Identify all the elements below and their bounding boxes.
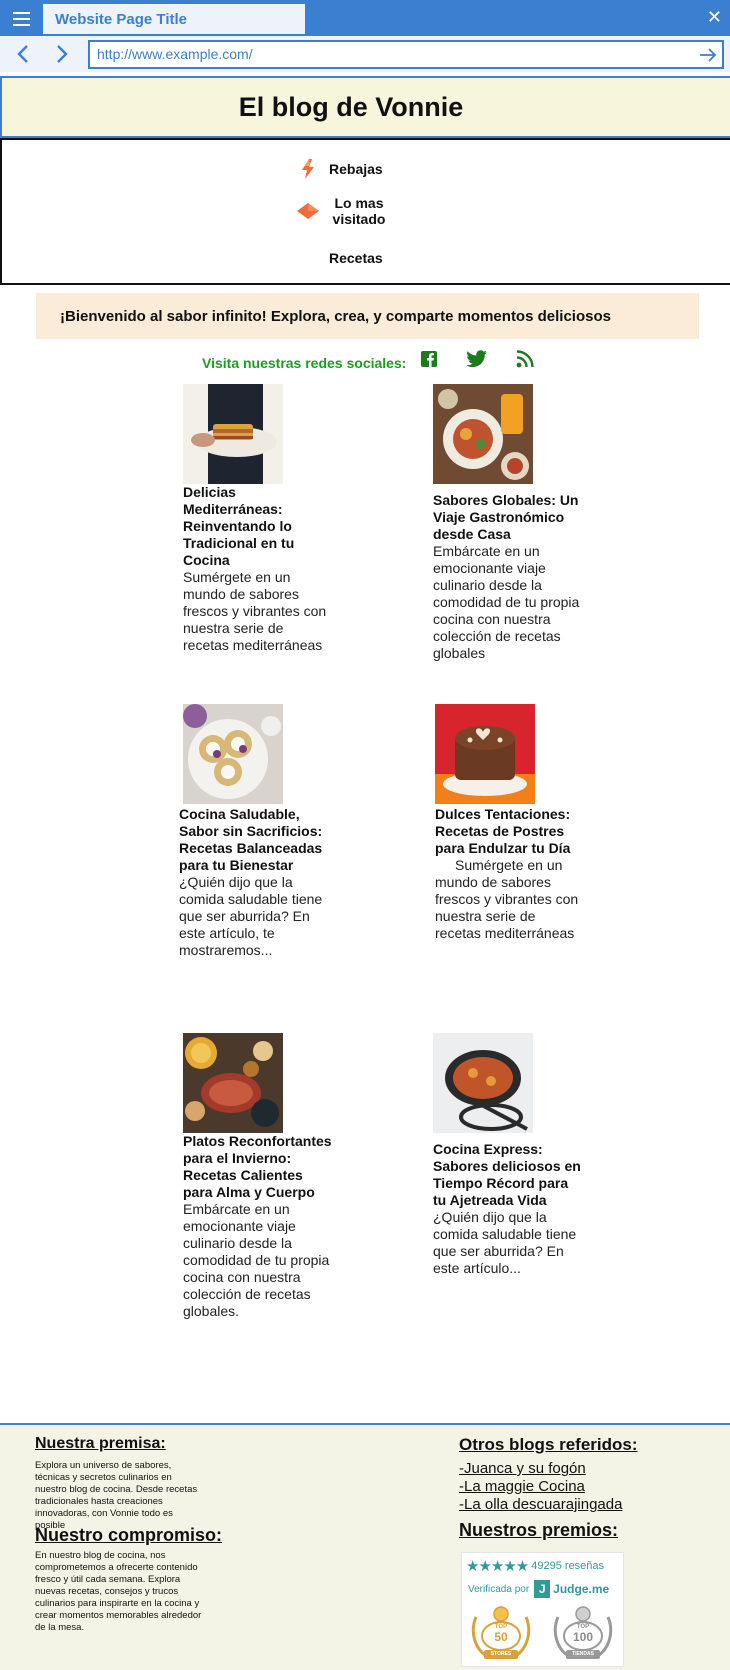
- address-bar[interactable]: http://www.example.com/: [88, 40, 724, 69]
- social-links: Visita nuestras redes sociales:: [202, 344, 560, 374]
- tab-title: Website Page Title: [55, 11, 187, 28]
- article-card[interactable]: Delicias Mediterráneas: Reinventando lo …: [183, 384, 333, 654]
- article-card[interactable]: Cocina Saludable, Sabor sin Sacrificios:…: [179, 704, 329, 959]
- verified-label: Verificada por: [468, 1583, 530, 1595]
- back-arrow-icon[interactable]: [12, 42, 36, 66]
- social-label: Visita nuestras redes sociales:: [202, 355, 407, 371]
- top50-badge-icon: TOP 50 STORES: [468, 1605, 534, 1663]
- article-title[interactable]: Cocina Saludable, Sabor sin Sacrificios:…: [179, 806, 329, 874]
- article-card[interactable]: Cocina Express: Sabores deliciosos en Ti…: [433, 1033, 583, 1277]
- article-card[interactable]: Platos Reconfortantes para el Invierno: …: [183, 1033, 333, 1320]
- star-rating-icon: ★★★★★: [466, 1558, 529, 1575]
- url-text: http://www.example.com/: [97, 46, 253, 62]
- nav-item-lo-mas-visitado[interactable]: Lo mas visitado: [295, 195, 415, 227]
- article-title[interactable]: Delicias Mediterráneas: Reinventando lo …: [183, 484, 333, 569]
- nav-label: Recetas: [329, 250, 383, 266]
- nav-item-rebajas[interactable]: Rebajas: [295, 158, 383, 180]
- article-image-lasagna[interactable]: [183, 384, 283, 484]
- top100-badge-icon: TOP 100 TIENDAS: [550, 1605, 616, 1663]
- article-image-winter-platter[interactable]: [183, 1033, 283, 1133]
- nav-icon-placeholder: [295, 247, 321, 269]
- awards-widget[interactable]: ★★★★★ 49295 reseñas Verificada por J Jud…: [461, 1552, 624, 1667]
- article-title[interactable]: Cocina Express: Sabores deliciosos en Ti…: [433, 1141, 583, 1209]
- referred-link-maggie[interactable]: -La maggie Cocina: [459, 1478, 585, 1495]
- browser-chrome: Website Page Title ✕ http://www.example.…: [0, 0, 730, 72]
- article-image-global-dishes[interactable]: [433, 384, 533, 484]
- badge2-num: 100: [572, 1630, 594, 1644]
- article-title[interactable]: Platos Reconfortantes para el Invierno: …: [183, 1133, 333, 1201]
- awards-title: Nuestros premios:: [459, 1520, 619, 1540]
- article-title[interactable]: Dulces Tentaciones: Recetas de Postres p…: [435, 806, 585, 942]
- article-excerpt: Embárcate en un emocionante viaje culina…: [433, 543, 580, 661]
- brand-name: Judge.me: [553, 1582, 610, 1596]
- close-icon[interactable]: ✕: [707, 5, 722, 29]
- article-image-cooking-pot[interactable]: [433, 1033, 533, 1133]
- lightning-icon: [295, 158, 321, 180]
- nav-label: Lo mas visitado: [332, 195, 386, 227]
- page-title: El blog de Vonnie: [238, 91, 464, 122]
- nav-menu: Rebajas Lo mas visitado Recetas: [0, 138, 730, 285]
- go-arrow-icon[interactable]: [698, 45, 718, 65]
- forward-arrow-icon[interactable]: [49, 42, 73, 66]
- article-excerpt: ¿Quién dijo que la comida saludable tien…: [433, 1209, 577, 1276]
- article-image-chocolate-cake[interactable]: [435, 704, 535, 804]
- commitment-title: Nuestro compromiso:: [35, 1525, 223, 1545]
- badge1-num: 50: [494, 1630, 508, 1644]
- premise-title: Nuestra premisa:: [35, 1435, 166, 1452]
- judgeme-logo-icon: J: [534, 1580, 551, 1598]
- blog-header: El blog de Vonnie: [0, 76, 730, 138]
- rating-row: ★★★★★ 49295 reseñas: [466, 1557, 604, 1575]
- article-image-healthy-tacos[interactable]: [183, 704, 283, 804]
- referred-link-olla[interactable]: -La olla descuarajingada: [459, 1496, 622, 1513]
- article-card[interactable]: Sabores Globales: Un Viaje Gastronómico …: [433, 384, 583, 662]
- diamond-icon: [295, 200, 321, 222]
- browser-tab[interactable]: Website Page Title: [43, 4, 305, 34]
- badge1-bottom: STORES: [490, 1651, 512, 1657]
- article-excerpt: Embárcate en un emocionante viaje culina…: [183, 1201, 330, 1319]
- premise-text: Explora un universo de sabores, técnicas…: [35, 1460, 198, 1531]
- article-excerpt: Sumérgete en un mundo de sabores frescos…: [183, 569, 327, 653]
- welcome-text: ¡Bienvenido al sabor infinito! Explora, …: [60, 307, 611, 325]
- hamburger-menu-icon[interactable]: [8, 6, 36, 32]
- twitter-icon[interactable]: [464, 347, 490, 371]
- referred-link-juanca[interactable]: -Juanca y su fogón: [459, 1460, 586, 1477]
- referred-title: Otros blogs referidos:: [459, 1435, 638, 1454]
- footer: Nuestra premisa: Explora un universo de …: [0, 1423, 730, 1670]
- reviews-count: 49295 reseñas: [531, 1560, 605, 1572]
- commitment-text: En nuestro blog de cocina, nos compromet…: [35, 1550, 202, 1633]
- browser-navbar: http://www.example.com/: [0, 36, 730, 72]
- badge2-bottom: TIENDAS: [572, 1651, 594, 1657]
- facebook-icon[interactable]: [416, 347, 442, 371]
- article-card[interactable]: Dulces Tentaciones: Recetas de Postres p…: [435, 704, 585, 942]
- article-title-text: Dulces Tentaciones: Recetas de Postres p…: [435, 806, 571, 856]
- nav-label: Rebajas: [329, 161, 383, 177]
- article-title[interactable]: Sabores Globales: Un Viaje Gastronómico …: [433, 492, 583, 543]
- verified-row: Verificada por J Judge.me: [468, 1580, 609, 1598]
- article-excerpt: ¿Quién dijo que la comida saludable tien…: [179, 874, 323, 958]
- welcome-banner: ¡Bienvenido al sabor infinito! Explora, …: [36, 293, 699, 339]
- article-excerpt: Sumérgete en un mundo de sabores frescos…: [435, 857, 579, 941]
- rss-icon[interactable]: [512, 347, 538, 371]
- nav-item-recetas[interactable]: Recetas: [295, 247, 383, 269]
